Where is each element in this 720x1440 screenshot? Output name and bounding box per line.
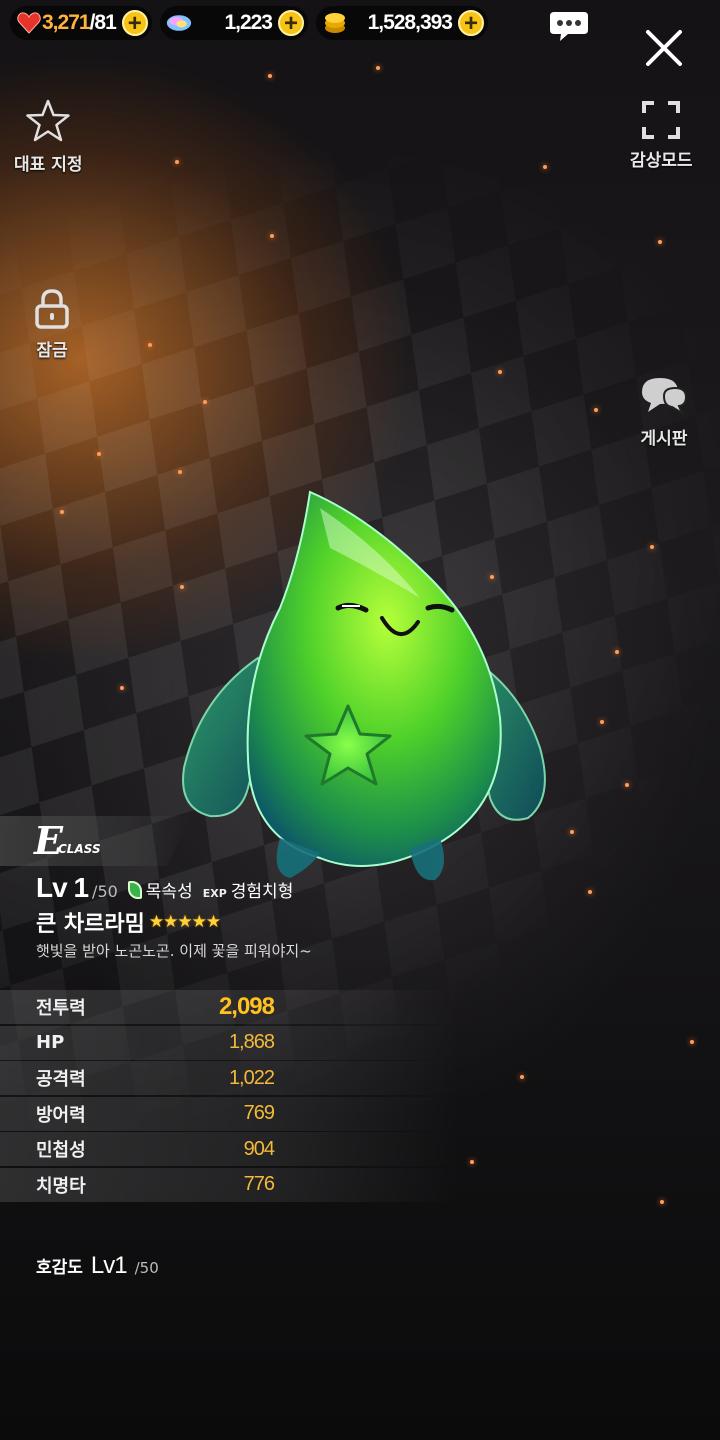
stat-row-critical: 치명타 776 [0, 1167, 460, 1202]
class-label: CLASS [58, 842, 101, 856]
stat-value: 1,868 [228, 1031, 275, 1053]
stat-row-defense: 방어력 769 [0, 1096, 460, 1131]
stamina-value: 3,271 [42, 11, 91, 34]
gold-counter: 1,528,393 + [316, 6, 488, 40]
resource-bar: 3,271 /81 + 1,223 + 1,528,393 + [10, 6, 488, 42]
slime-character-illustration [182, 490, 546, 881]
stat-row-power: 전투력 2,098 [0, 990, 460, 1024]
exp-tag: EXP [202, 887, 227, 900]
stat-row-agility: 민첩성 904 [0, 1132, 460, 1166]
wood-attribute-icon [127, 881, 142, 899]
gem-icon [166, 10, 192, 36]
gem-counter: 1,223 + [160, 6, 308, 40]
name-line: 큰 차르라밈 ★★★★★ [36, 906, 221, 938]
stats-table: 전투력 2,098 HP 1,868 공격력 1,022 방어력 769 민첩성… [0, 990, 460, 1203]
board-label: 게시판 [640, 429, 688, 449]
character-name: 큰 차르라밈 [36, 912, 145, 937]
heart-icon [16, 10, 42, 36]
character-description: 햇빛을 받아 노곤노곤. 이제 꽃을 피워야지~ [36, 942, 312, 960]
fullscreen-icon [642, 101, 681, 139]
level-line: Lv 1 /50 목속성 EXP 경험치형 [36, 872, 293, 904]
stat-row-hp: HP 1,868 [0, 1025, 460, 1060]
lock-label: 잠금 [36, 341, 68, 361]
level-value: Lv 1 [36, 872, 89, 903]
affinity-line: 호감도 Lv1 /50 [36, 1252, 159, 1280]
attribute-label: 목속성 [145, 882, 193, 902]
stat-label: 전투력 [36, 998, 86, 1019]
gold-coin-icon [322, 10, 348, 36]
lock-icon [35, 289, 69, 329]
star-rating: ★★★★★ [148, 912, 221, 932]
lock-button[interactable]: 잠금 [32, 288, 72, 361]
affinity-level: Lv1 [90, 1252, 128, 1279]
affinity-label: 호감도 [36, 1258, 83, 1278]
stat-label: 치명타 [36, 1175, 86, 1197]
chat-bubble-icon[interactable] [548, 10, 590, 48]
star-outline-icon [26, 99, 70, 142]
stat-value: 1,022 [228, 1066, 275, 1089]
stat-value: 904 [243, 1137, 275, 1160]
stat-value: 776 [243, 1173, 275, 1195]
stat-value: 2,098 [218, 993, 275, 1020]
add-gold-button[interactable]: + [458, 10, 484, 36]
stat-label: 방어력 [36, 1104, 86, 1126]
view-mode-label: 감상모드 [630, 151, 693, 171]
affinity-max: /50 [134, 1259, 159, 1277]
gold-value: 1,528,393 [367, 11, 453, 34]
speech-bubbles-icon [642, 378, 688, 416]
stat-label: 민첩성 [36, 1140, 86, 1161]
stat-label: HP [36, 1032, 65, 1053]
stamina-counter: 3,271 /81 + [10, 6, 152, 40]
growth-type-label: 경험치형 [230, 882, 294, 902]
gem-value: 1,223 [224, 11, 273, 34]
class-badge-background [0, 816, 190, 866]
view-mode-button[interactable]: 감상모드 [630, 100, 693, 171]
close-icon[interactable] [644, 28, 684, 68]
board-button[interactable]: 게시판 [638, 374, 690, 449]
set-representative-button[interactable]: 대표 지정 [14, 98, 82, 175]
add-stamina-button[interactable]: + [121, 10, 148, 36]
level-max: /50 [92, 882, 118, 901]
stamina-max: /81 [89, 11, 117, 34]
class-grade: E [34, 818, 63, 863]
stat-row-attack: 공격력 1,022 [0, 1061, 460, 1095]
stat-value: 769 [243, 1102, 275, 1124]
stat-label: 공격력 [36, 1069, 86, 1090]
add-gems-button[interactable]: + [278, 10, 304, 36]
set-representative-label: 대표 지정 [14, 155, 83, 175]
